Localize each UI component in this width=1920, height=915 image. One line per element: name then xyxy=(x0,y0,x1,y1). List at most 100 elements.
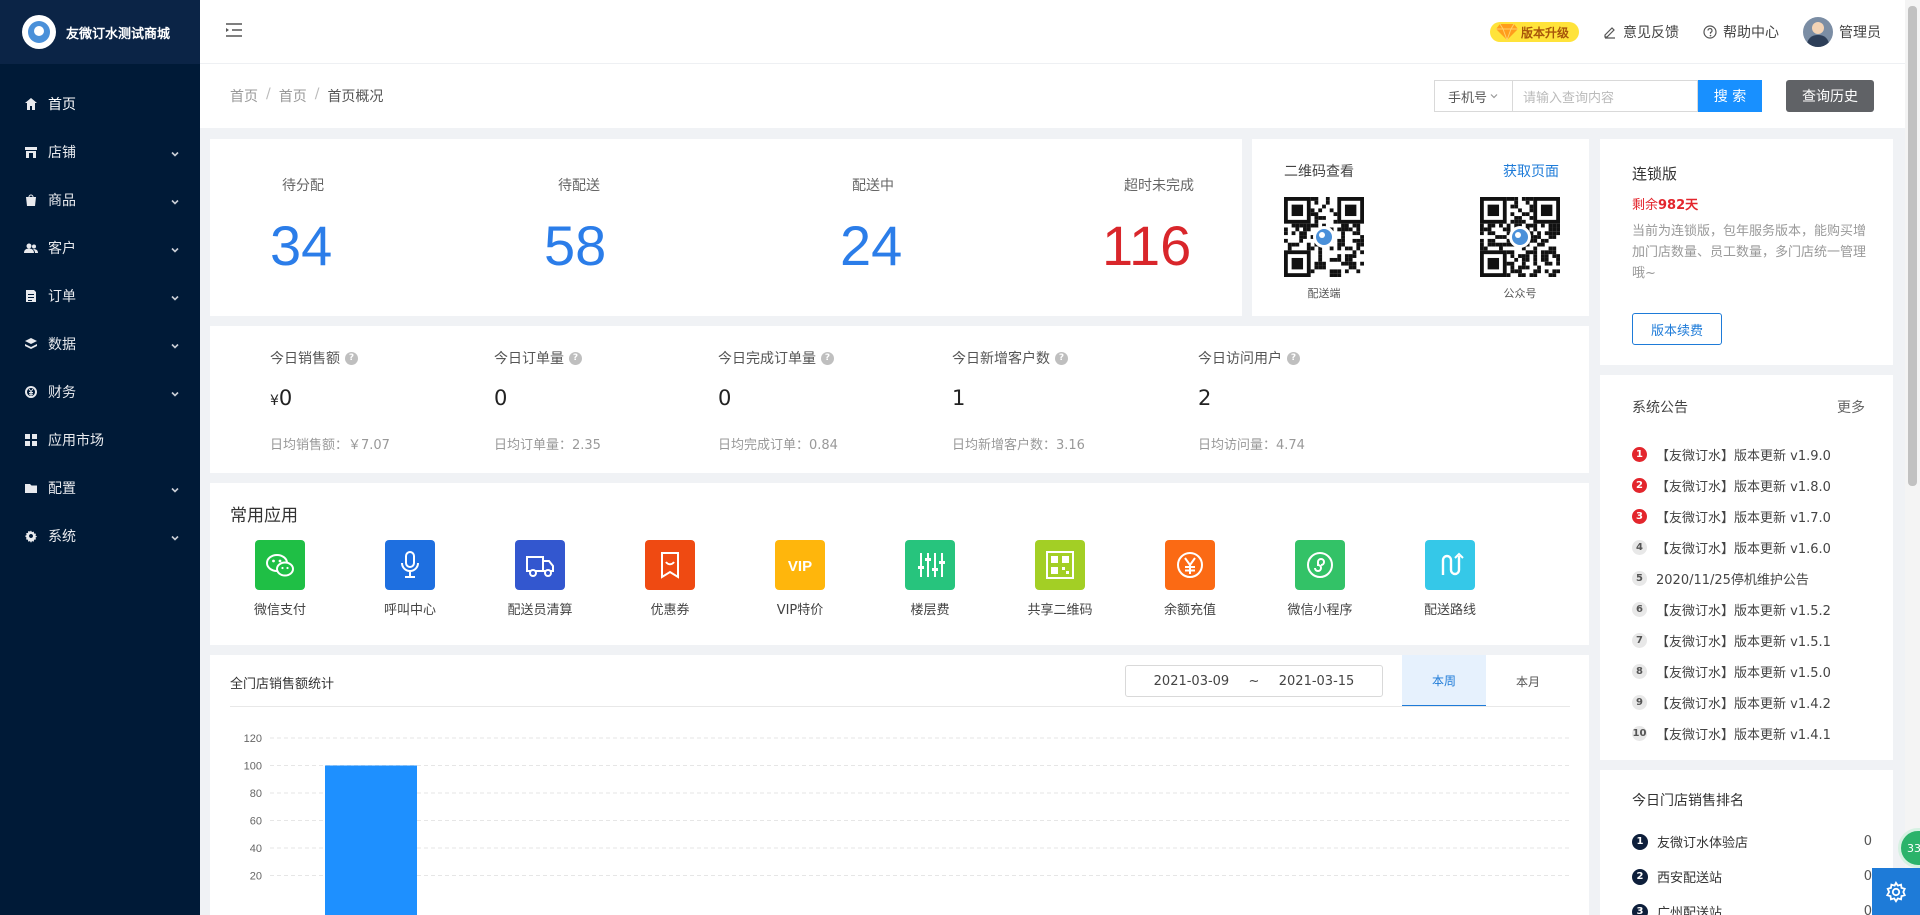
question-icon[interactable]: ? xyxy=(821,351,834,365)
app-shortcut[interactable]: 配送路线 xyxy=(1400,540,1500,618)
customer-icon xyxy=(24,241,38,255)
ranking-item: 1 友微订水体验店 0 xyxy=(1632,824,1872,859)
today-stat-average: 日均访问量：4.74 xyxy=(1198,438,1305,453)
app-shortcut[interactable]: 微信小程序 xyxy=(1270,540,1370,618)
upgrade-button[interactable]: 版本升级 xyxy=(1489,22,1579,42)
notice-text: 【友微订水】版本更新 v1.5.1 xyxy=(1656,635,1831,650)
question-icon[interactable]: ? xyxy=(1055,351,1068,365)
sidebar-item-9[interactable]: 系统 xyxy=(0,512,200,560)
sidebar-item-label: 系统 xyxy=(48,529,76,545)
y-tick-label: 120 xyxy=(244,733,262,745)
sidebar-item-label: 数据 xyxy=(48,337,76,353)
notice-item[interactable]: 10 【友微订水】版本更新 v1.4.1 xyxy=(1632,718,1882,749)
currency-symbol: ¥ xyxy=(270,393,279,409)
sidebar-item-label: 财务 xyxy=(48,385,76,401)
diamond-icon xyxy=(1495,23,1518,41)
brand-name: 友微订水测试商城 xyxy=(66,26,171,42)
sidebar-item-2[interactable]: 商品 xyxy=(0,176,200,224)
date-range-picker[interactable]: 2021-03-09 ~ 2021-03-15 xyxy=(1125,665,1383,697)
notice-item[interactable]: 1 【友微订水】版本更新 v1.9.0 xyxy=(1632,439,1882,470)
sidebar-item-7[interactable]: 应用市场 xyxy=(0,416,200,464)
app-shortcut[interactable]: 配送员清算 xyxy=(490,540,590,618)
today-stat-value: ¥0 xyxy=(270,386,292,410)
breadcrumb-item[interactable]: 首页 xyxy=(230,86,258,106)
sidebar-item-4[interactable]: 订单 xyxy=(0,272,200,320)
app-shortcut[interactable]: 余额充值 xyxy=(1140,540,1240,618)
help-link[interactable]: 帮助中心 xyxy=(1703,22,1779,42)
yuan-coin-icon xyxy=(1165,540,1215,590)
today-stat-label: 今日访问用户? xyxy=(1198,348,1300,368)
page-scrollbar[interactable] xyxy=(1905,0,1920,915)
notice-item[interactable]: 2 【友微订水】版本更新 v1.8.0 xyxy=(1632,470,1882,501)
question-icon[interactable]: ? xyxy=(569,351,582,365)
sidebar-item-1[interactable]: 店铺 xyxy=(0,128,200,176)
floating-badge[interactable]: 33 xyxy=(1898,828,1920,868)
notice-item[interactable]: 7 【友微订水】版本更新 v1.5.1 xyxy=(1632,625,1882,656)
notice-item[interactable]: 8 【友微订水】版本更新 v1.5.0 xyxy=(1632,656,1882,687)
app-label: VIP特价 xyxy=(776,603,824,618)
brand[interactable]: 友微订水测试商城 xyxy=(0,0,200,64)
question-icon[interactable]: ? xyxy=(345,351,358,365)
tab-this-month[interactable]: 本月 xyxy=(1486,655,1570,707)
notice-number-badge: 6 xyxy=(1632,602,1647,617)
notice-item[interactable]: 5 2020/11/25停机维护公告 xyxy=(1632,563,1882,594)
app-shortcut[interactable]: 优惠券 xyxy=(620,540,720,618)
stat-label: 待分配 xyxy=(282,178,324,194)
app-shortcut[interactable]: 微信支付 xyxy=(230,540,330,618)
menu-toggle-icon[interactable] xyxy=(224,20,244,40)
question-icon[interactable]: ? xyxy=(1287,351,1300,365)
search-button[interactable]: 搜 索 xyxy=(1698,80,1762,112)
sidebar-item-3[interactable]: 客户 xyxy=(0,224,200,272)
y-tick-label: 100 xyxy=(244,761,262,773)
breadcrumb-item[interactable]: 首页 xyxy=(279,86,307,106)
notice-item[interactable]: 9 【友微订水】版本更新 v1.4.2 xyxy=(1632,687,1882,718)
scrollbar-thumb[interactable] xyxy=(1908,6,1917,486)
notice-item[interactable]: 4 【友微订水】版本更新 v1.6.0 xyxy=(1632,532,1882,563)
y-tick-label: 40 xyxy=(250,843,262,855)
search-type-select[interactable]: 手机号 xyxy=(1434,80,1512,112)
user-menu[interactable]: 管理员 xyxy=(1803,17,1881,47)
today-stat-label-text: 今日销售额 xyxy=(270,351,340,367)
sidebar-item-6[interactable]: 财务 xyxy=(0,368,200,416)
remaining-days: 剩余982天 xyxy=(1632,194,1698,213)
feedback-link[interactable]: 意见反馈 xyxy=(1603,22,1679,42)
search-input[interactable]: 请输入查询内容 xyxy=(1512,80,1698,112)
miniprogram-icon xyxy=(1295,540,1345,590)
settings-button[interactable] xyxy=(1872,868,1920,915)
today-stat-label-text: 今日订单量 xyxy=(494,351,564,367)
notice-text: 【友微订水】版本更新 v1.5.0 xyxy=(1656,666,1831,681)
chart-bar[interactable] xyxy=(325,765,417,915)
date-to: 2021-03-15 xyxy=(1278,673,1355,689)
apps-icon xyxy=(24,433,38,447)
app-shortcut[interactable]: 楼层费 xyxy=(880,540,980,618)
store-sales: 0 xyxy=(1863,869,1872,884)
app-shortcut[interactable]: VIP VIP特价 xyxy=(750,540,850,618)
stat-value: 58 xyxy=(544,214,607,277)
renew-button[interactable]: 版本续费 xyxy=(1632,313,1722,345)
sidebar-item-0[interactable]: 首页 xyxy=(0,80,200,128)
tab-this-week[interactable]: 本周 xyxy=(1402,655,1486,707)
sidebar-item-8[interactable]: 配置 xyxy=(0,464,200,512)
store-name: 广州配送站 xyxy=(1657,906,1723,915)
notice-item[interactable]: 3 【友微订水】版本更新 v1.7.0 xyxy=(1632,501,1882,532)
app-shortcut[interactable]: 共享二维码 xyxy=(1010,540,1110,618)
notice-list: 1 【友微订水】版本更新 v1.9.0 2 【友微订水】版本更新 v1.8.0 3 【友微… xyxy=(1632,439,1882,749)
route-icon xyxy=(1425,540,1475,590)
qrcode-image[interactable] xyxy=(1284,197,1364,277)
qrcode-image[interactable] xyxy=(1480,197,1560,277)
notice-more-link[interactable]: 更多 xyxy=(1837,397,1865,417)
help-label: 帮助中心 xyxy=(1723,25,1779,41)
query-history-button[interactable]: 查询历史 xyxy=(1786,80,1874,112)
notice-number-badge: 8 xyxy=(1632,664,1647,679)
sidebar-item-label: 商品 xyxy=(48,193,76,209)
store-ranking-card: 今日门店销售排名 1 友微订水体验店 0 2 西安配送站 0 3 广州配送站 0 xyxy=(1600,770,1893,915)
stat-value: 34 xyxy=(270,214,333,277)
app-label: 优惠券 xyxy=(650,603,690,618)
sidebar-item-5[interactable]: 数据 xyxy=(0,320,200,368)
app-shortcut[interactable]: 呼叫中心 xyxy=(360,540,460,618)
stat-value: 24 xyxy=(840,214,903,277)
get-page-link[interactable]: 获取页面 xyxy=(1503,161,1559,181)
notice-item[interactable]: 6 【友微订水】版本更新 v1.5.2 xyxy=(1632,594,1882,625)
home-icon xyxy=(24,97,38,111)
notice-text: 【友微订水】版本更新 v1.5.2 xyxy=(1656,604,1831,619)
